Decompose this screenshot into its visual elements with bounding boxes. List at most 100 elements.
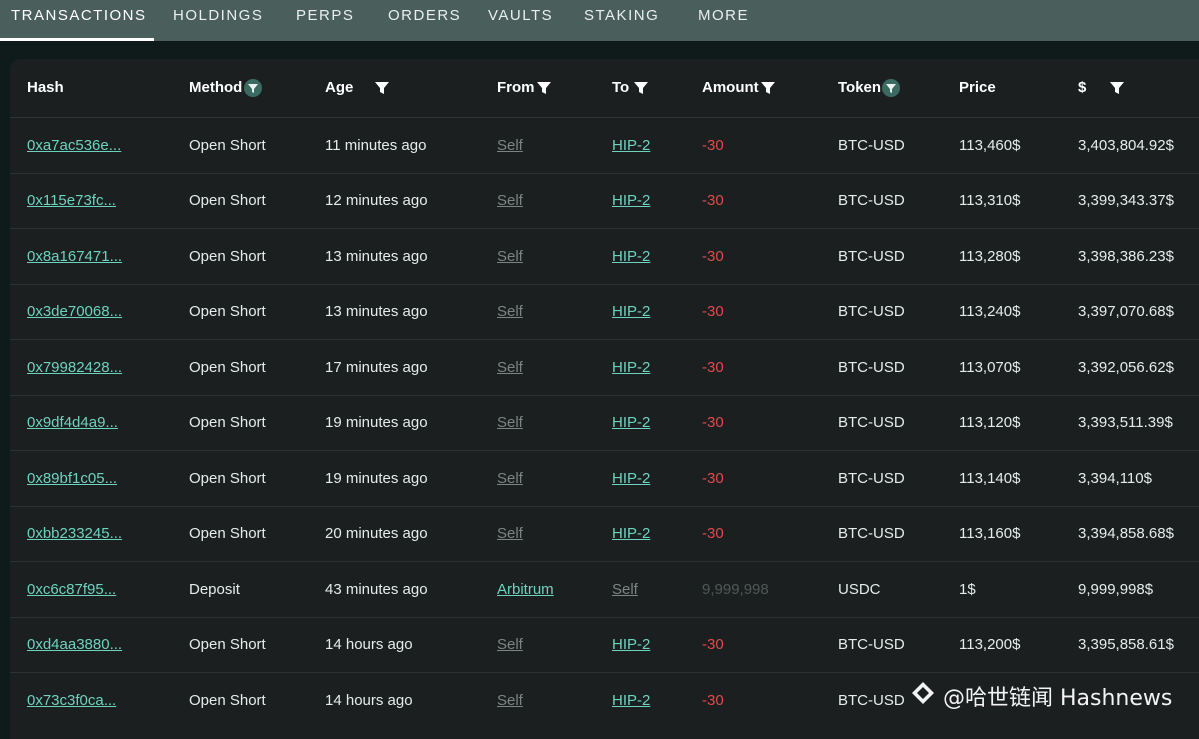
token-cell: BTC-USD	[838, 414, 905, 431]
table-row[interactable]: 0xd4aa3880... Open Short 14 hours ago Se…	[10, 617, 1199, 673]
age-filter-icon[interactable]	[373, 79, 391, 97]
from-link[interactable]: Self	[497, 173, 523, 228]
usd-value-cell: 3,393,511.39$	[1078, 414, 1173, 431]
column-header-amount: Amount	[702, 79, 759, 96]
table-row[interactable]: 0x3de70068... Open Short 13 minutes ago …	[10, 284, 1199, 340]
price-cell: 113,310$	[959, 192, 1021, 209]
token-cell: BTC-USD	[838, 192, 905, 209]
age-cell: 20 minutes ago	[325, 525, 428, 542]
tab-orders[interactable]: ORDERS	[388, 0, 461, 41]
price-cell: 113,160$	[959, 525, 1021, 542]
hash-link[interactable]: 0xbb233245...	[27, 506, 122, 561]
to-link[interactable]: HIP-2	[612, 173, 650, 228]
to-link[interactable]: HIP-2	[612, 451, 650, 506]
hash-link[interactable]: 0x89bf1c05...	[27, 451, 117, 506]
amount-cell: -30	[702, 137, 724, 154]
to-link[interactable]: HIP-2	[612, 340, 650, 395]
tab-transactions[interactable]: TRANSACTIONS	[11, 0, 147, 41]
price-cell: 113,200$	[959, 636, 1021, 653]
price-cell: 113,280$	[959, 248, 1021, 265]
watermark-logo-icon	[910, 680, 936, 718]
tab-bar: TRANSACTIONS HOLDINGS PERPS ORDERS VAULT…	[0, 0, 1199, 41]
method-cell: Deposit	[189, 581, 240, 598]
amount-cell: 9,999,998	[702, 581, 769, 598]
method-filter-icon[interactable]	[244, 79, 262, 97]
to-link[interactable]: HIP-2	[612, 284, 650, 339]
to-link[interactable]: HIP-2	[612, 395, 650, 450]
from-link[interactable]: Self	[497, 451, 523, 506]
to-filter-icon[interactable]	[632, 79, 650, 97]
amount-cell: -30	[702, 636, 724, 653]
column-header-usd: $	[1078, 79, 1087, 96]
amount-filter-icon[interactable]	[759, 79, 777, 97]
from-link[interactable]: Self	[497, 118, 523, 173]
method-cell: Open Short	[189, 636, 266, 653]
tab-more[interactable]: MORE	[698, 0, 749, 41]
table-row[interactable]: 0x9df4d4a9... Open Short 19 minutes ago …	[10, 395, 1199, 451]
price-cell: 113,240$	[959, 303, 1021, 320]
to-link[interactable]: HIP-2	[612, 229, 650, 284]
column-header-method: Method	[189, 79, 243, 96]
hash-link[interactable]: 0xc6c87f95...	[27, 562, 116, 617]
to-link[interactable]: HIP-2	[612, 118, 650, 173]
from-filter-icon[interactable]	[535, 79, 553, 97]
from-link[interactable]: Self	[497, 673, 523, 728]
to-link[interactable]: HIP-2	[612, 673, 650, 728]
usd-value-cell: 3,394,110$	[1078, 470, 1152, 487]
age-cell: 43 minutes ago	[325, 581, 428, 598]
tab-staking[interactable]: STAKING	[584, 0, 659, 41]
amount-cell: -30	[702, 525, 724, 542]
hash-link[interactable]: 0xd4aa3880...	[27, 617, 122, 672]
table-row[interactable]: 0x115e73fc... Open Short 12 minutes ago …	[10, 173, 1199, 229]
from-link[interactable]: Self	[497, 284, 523, 339]
from-link[interactable]: Self	[497, 340, 523, 395]
watermark: @哈世链闻 Hashnews	[910, 680, 1172, 716]
hash-link[interactable]: 0x79982428...	[27, 340, 122, 395]
to-link[interactable]: Self	[612, 562, 638, 617]
to-link[interactable]: HIP-2	[612, 506, 650, 561]
table-row[interactable]: 0x89bf1c05... Open Short 19 minutes ago …	[10, 451, 1199, 507]
price-cell: 113,070$	[959, 359, 1021, 376]
hash-link[interactable]: 0x8a167471...	[27, 229, 122, 284]
table-row[interactable]: 0xbb233245... Open Short 20 minutes ago …	[10, 506, 1199, 562]
tab-vaults[interactable]: VAULTS	[488, 0, 553, 41]
table-row[interactable]: 0x8a167471... Open Short 13 minutes ago …	[10, 229, 1199, 285]
hash-link[interactable]: 0x115e73fc...	[27, 173, 116, 228]
price-cell: 1$	[959, 581, 976, 598]
amount-cell: -30	[702, 303, 724, 320]
age-cell: 19 minutes ago	[325, 414, 428, 431]
usd-value-cell: 3,399,343.37$	[1078, 192, 1174, 209]
method-cell: Open Short	[189, 137, 266, 154]
hash-link[interactable]: 0x73c3f0ca...	[27, 673, 116, 728]
hash-link[interactable]: 0x3de70068...	[27, 284, 122, 339]
tab-holdings[interactable]: HOLDINGS	[173, 0, 263, 41]
table-row[interactable]: 0xc6c87f95... Deposit 43 minutes ago Arb…	[10, 562, 1199, 618]
hash-link[interactable]: 0x9df4d4a9...	[27, 395, 118, 450]
from-link[interactable]: Self	[497, 229, 523, 284]
amount-cell: -30	[702, 470, 724, 487]
tab-perps[interactable]: PERPS	[296, 0, 354, 41]
price-cell: 113,120$	[959, 414, 1021, 431]
method-cell: Open Short	[189, 248, 266, 265]
token-cell: BTC-USD	[838, 137, 905, 154]
age-cell: 19 minutes ago	[325, 470, 428, 487]
age-cell: 12 minutes ago	[325, 192, 428, 209]
token-filter-icon[interactable]	[882, 79, 900, 97]
from-link[interactable]: Self	[497, 617, 523, 672]
age-cell: 17 minutes ago	[325, 359, 428, 376]
table-row[interactable]: 0x79982428... Open Short 17 minutes ago …	[10, 340, 1199, 396]
amount-cell: -30	[702, 359, 724, 376]
from-link[interactable]: Arbitrum	[497, 562, 554, 617]
age-cell: 14 hours ago	[325, 692, 413, 709]
from-link[interactable]: Self	[497, 395, 523, 450]
method-cell: Open Short	[189, 525, 266, 542]
token-cell: BTC-USD	[838, 692, 905, 709]
usd-value-cell: 3,397,070.68$	[1078, 303, 1174, 320]
from-link[interactable]: Self	[497, 506, 523, 561]
to-link[interactable]: HIP-2	[612, 617, 650, 672]
column-header-to: To	[612, 79, 630, 96]
usd-filter-icon[interactable]	[1108, 79, 1126, 97]
hash-link[interactable]: 0xa7ac536e...	[27, 118, 121, 173]
table-row[interactable]: 0xa7ac536e... Open Short 11 minutes ago …	[10, 118, 1199, 174]
usd-value-cell: 3,398,386.23$	[1078, 248, 1174, 265]
